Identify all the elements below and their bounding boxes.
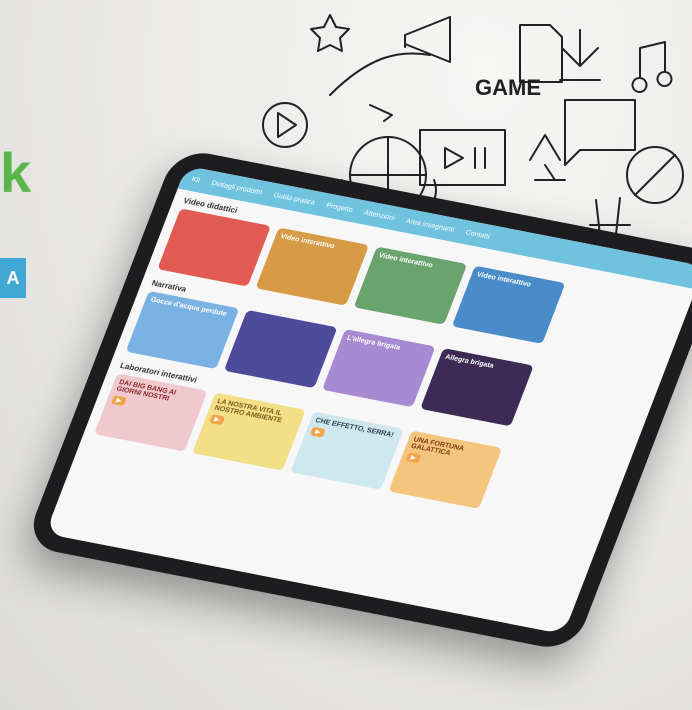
nav-item-7[interactable]: Contatti	[465, 229, 491, 240]
play-circle-icon	[262, 102, 308, 148]
lab-card-4-title: UNA FORTUNA GALATTICA	[409, 436, 465, 458]
lab-card-1-button[interactable]: ▶	[110, 395, 127, 407]
story-card-4[interactable]: Allegra brigata	[420, 348, 534, 427]
document-icon	[519, 24, 563, 83]
star-icon	[310, 14, 350, 52]
chat-bubble-icon	[564, 99, 636, 166]
download-icon	[559, 29, 601, 81]
story-card-3[interactable]: L'allegra brigata	[321, 329, 436, 408]
nav-item-3[interactable]: Guida pratica	[273, 192, 316, 207]
story-card-2[interactable]	[223, 309, 338, 389]
nav-item-1[interactable]: Kit	[191, 176, 202, 184]
lab-card-2-title: LA NOSTRA VITA IL NOSTRO AMBIENTE	[213, 398, 283, 425]
video-card-4[interactable]: Video interattivo	[451, 265, 566, 344]
nav-item-5[interactable]: Attenzioni	[363, 209, 396, 222]
brand-tag: A	[0, 258, 26, 298]
lab-card-2-button[interactable]: ▶	[209, 414, 225, 426]
video-player-icon	[419, 129, 506, 186]
game-label: GAME	[475, 75, 541, 100]
lab-card-1-title: DAI BIG BANG AI GIORNI NOSTRI	[115, 379, 178, 403]
nav-item-2[interactable]: Dettagli prodotto	[210, 180, 263, 196]
nav-item-4[interactable]: Progetto	[325, 202, 354, 214]
recycle-icon	[529, 134, 566, 181]
lab-card-1[interactable]: DAI BIG BANG AI GIORNI NOSTRI ▶	[94, 373, 208, 452]
brand-mark: k	[0, 141, 32, 204]
lab-card-3-button[interactable]: ▶	[309, 426, 326, 438]
video-card-3[interactable]: Video interattivo	[353, 246, 468, 325]
lab-card-3[interactable]: CHE EFFETTO, SERRA! ▶	[290, 411, 404, 490]
lab-card-4-button[interactable]: ▶	[405, 452, 422, 464]
nav-item-6[interactable]: Area insegnanti	[405, 217, 455, 233]
video-card-1[interactable]	[157, 208, 271, 287]
tablet-screen: Kit Dettagli prodotto Guida pratica Prog…	[45, 165, 692, 635]
lab-card-4[interactable]: UNA FORTUNA GALATTICA ▶	[388, 430, 503, 509]
story-card-1[interactable]: Gocce d'acqua perdute	[125, 290, 240, 370]
lab-card-2[interactable]: LA NOSTRA VITA IL NOSTRO AMBIENTE ▶	[192, 392, 306, 471]
music-note-icon	[631, 41, 673, 93]
video-card-2[interactable]: Video interattivo	[255, 227, 370, 306]
